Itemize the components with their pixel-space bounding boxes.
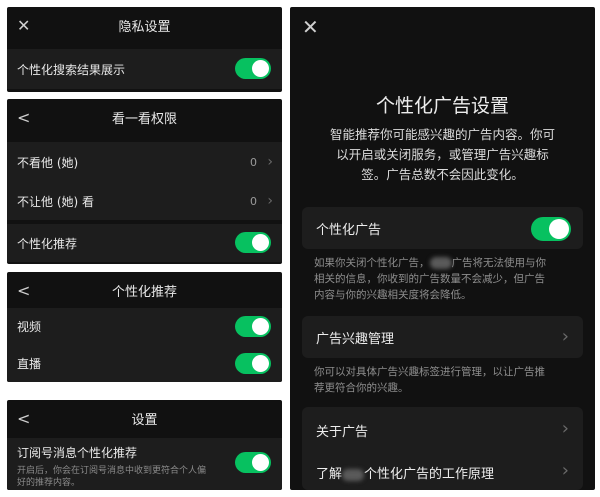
chevron-right-icon: › xyxy=(561,460,569,481)
description-line2: 以开启或关闭服务，或管理广告兴趣标 xyxy=(336,147,549,162)
chevron-left-icon[interactable]: < xyxy=(17,99,30,135)
close-icon[interactable]: ✕ xyxy=(17,7,30,43)
description-line1: 智能推荐你可能感兴趣的广告内容。你可 xyxy=(329,127,555,142)
note-line1: 你可以对具体广告兴趣标签进行管理，以让广告推 xyxy=(314,366,545,378)
header: < 看一看权限 xyxy=(7,99,282,135)
settings-panel: < 设置 订阅号消息个性化推荐 开启后，你会在订阅号消息中收到更符合个人偏 好的… xyxy=(7,400,282,490)
note-line2: 相关的信息，你收到的广告数量不会减少，但广告 xyxy=(314,273,545,285)
toggle-knob xyxy=(252,454,269,471)
chevron-right-icon: › xyxy=(267,193,273,209)
page-title: 个性化推荐 xyxy=(111,284,177,300)
toggle-knob xyxy=(549,219,569,239)
note-line2: 荐更符合你的兴趣。 xyxy=(314,382,409,394)
row-label: 广告兴趣管理 xyxy=(316,332,395,347)
personalized-ad-card: 个性化广告 xyxy=(302,207,583,249)
live-toggle[interactable] xyxy=(235,353,271,374)
page-title: 个性化广告设置 xyxy=(375,95,509,117)
how-it-works-row[interactable]: 了解 个性化广告的工作原理 › xyxy=(302,449,583,490)
row-label: 个性化广告 xyxy=(316,223,382,238)
row-label: 不看他 (她) xyxy=(17,155,79,170)
chevron-right-icon: › xyxy=(561,326,569,347)
header: < 个性化推荐 xyxy=(7,272,282,308)
chevron-right-icon: › xyxy=(561,418,569,439)
row-label: 个性化推荐 xyxy=(17,236,78,251)
row-label: 了解 个性化广告的工作原理 xyxy=(316,463,494,482)
toggle-knob xyxy=(252,355,269,372)
video-toggle[interactable] xyxy=(235,316,271,337)
personalized-recommend-panel: < 个性化推荐 视频 直播 xyxy=(7,272,282,382)
personalized-ad-note: 如果你关闭个性化广告， 广告将无法使用与你 相关的信息，你收到的广告数量不会减少，… xyxy=(314,255,573,303)
row-label: 关于广告 xyxy=(316,425,369,440)
about-ad-row[interactable]: 关于广告 › xyxy=(302,407,583,449)
close-icon[interactable]: ✕ xyxy=(302,15,319,39)
count-value: 0 xyxy=(250,155,257,169)
note-text-b: 广告将无法使用与你 xyxy=(451,257,547,269)
personalized-ad-toggle[interactable] xyxy=(531,217,571,241)
chevron-right-icon: › xyxy=(267,154,273,170)
video-row: 视频 xyxy=(7,308,282,345)
row-label: 视频 xyxy=(17,320,42,334)
personalized-ad-settings-panel: ✕ 个性化广告设置 智能推荐你可能感兴趣的广告内容。你可 以开启或关闭服务，或管… xyxy=(290,7,595,490)
page-title: 设置 xyxy=(131,412,158,428)
chevron-left-icon[interactable]: < xyxy=(17,272,30,308)
toggle-knob xyxy=(252,318,269,335)
page-title: 隐私设置 xyxy=(118,19,171,35)
header: ✕ 隐私设置 xyxy=(7,7,282,43)
page-description: 智能推荐你可能感兴趣的广告内容。你可 以开启或关闭服务，或管理广告兴趣标 签。广… xyxy=(312,125,573,185)
label-part-b: 个性化广告的工作原理 xyxy=(364,467,495,482)
chevron-left-icon[interactable]: < xyxy=(17,400,30,436)
row-description-line2: 好的推荐内容。 xyxy=(17,478,81,488)
note-line3: 内容与你的兴趣相关度将会降低。 xyxy=(314,289,472,301)
ad-interest-card[interactable]: 广告兴趣管理 › xyxy=(302,316,583,358)
about-ad-card: 关于广告 › 了解 个性化广告的工作原理 › xyxy=(302,407,583,490)
redacted-blur xyxy=(429,257,452,269)
live-row: 直播 xyxy=(7,345,282,382)
ad-interest-note: 你可以对具体广告兴趣标签进行管理，以让广告推 荐更符合你的兴趣。 xyxy=(314,364,573,396)
privacy-settings-panel: ✕ 隐私设置 个性化搜索结果展示 xyxy=(7,7,282,92)
note-text-a: 如果你关闭个性化广告， xyxy=(314,257,430,269)
row-label: 订阅号消息个性化推荐 xyxy=(17,446,138,460)
kanyikan-permissions-panel: < 看一看权限 不看他 (她) 0 › 不让他 (她) 看 0 › 个性化推荐 xyxy=(7,99,282,264)
label-part-a: 了解 xyxy=(316,467,343,482)
row-label: 个性化搜索结果展示 xyxy=(17,62,126,77)
description-line3: 签。广告总数不会因此变化。 xyxy=(361,167,524,182)
personalized-search-toggle[interactable] xyxy=(235,58,271,79)
count-value: 0 xyxy=(250,194,257,208)
header: < 设置 xyxy=(7,400,282,436)
page-title: 看一看权限 xyxy=(111,111,177,127)
subscription-recommend-row: 订阅号消息个性化推荐 开启后，你会在订阅号消息中收到更符合个人偏 好的推荐内容。 xyxy=(7,438,282,490)
hide-from-row[interactable]: 不看他 (她) 0 › xyxy=(7,142,282,182)
row-label: 不让他 (她) 看 xyxy=(17,194,94,209)
hide-me-row[interactable]: 不让他 (她) 看 0 › xyxy=(7,182,282,220)
personalized-search-row: 个性化搜索结果展示 xyxy=(7,49,282,89)
redacted-blur xyxy=(342,468,365,481)
toggle-knob xyxy=(252,234,269,251)
subscription-recommend-toggle[interactable] xyxy=(235,452,271,473)
personalized-recommend-toggle[interactable] xyxy=(235,232,271,253)
row-label: 直播 xyxy=(17,357,42,371)
toggle-knob xyxy=(252,60,269,77)
personalized-recommend-row: 个性化推荐 xyxy=(7,224,282,262)
